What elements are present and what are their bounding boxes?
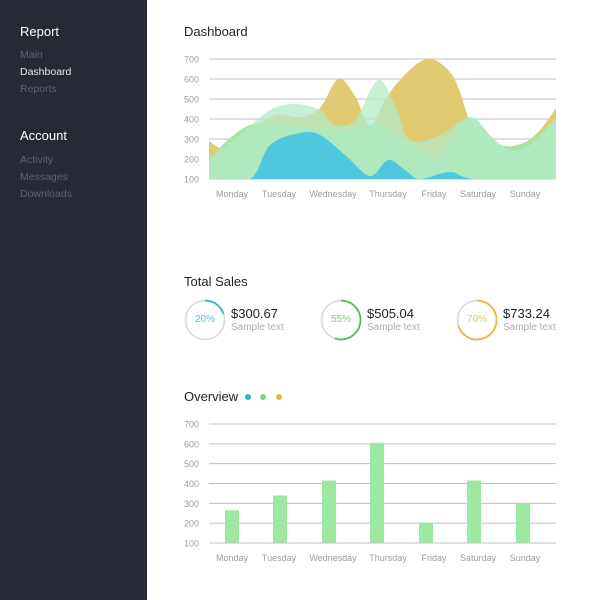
x-tick-label: Sunday — [510, 189, 541, 199]
sidebar-section-account: Account — [20, 128, 67, 143]
progress-ring: 70% — [456, 299, 498, 341]
x-tick-label: Wednesday — [309, 189, 357, 199]
x-tick-label: Sunday — [510, 553, 541, 563]
x-tick-label: Tuesday — [262, 189, 297, 199]
y-tick-label: 600 — [184, 439, 199, 449]
sidebar-item-reports[interactable]: Reports — [20, 83, 57, 95]
main-content: Dashboard 100 200 300 400 500 600 700 Monday Tue… — [147, 0, 599, 600]
bar-sunday — [516, 503, 530, 543]
progress-percent: 55% — [330, 314, 351, 325]
bar-thursday — [370, 442, 384, 543]
overview-title: Overview — [184, 389, 239, 404]
x-tick-label: Friday — [421, 553, 447, 563]
sidebar-item-main[interactable]: Main — [20, 49, 43, 61]
sidebar-item-activity[interactable]: Activity — [20, 154, 53, 166]
sale-amount: $300.67 — [231, 305, 278, 321]
y-tick-label: 700 — [184, 420, 199, 430]
x-tick-label: Saturday — [460, 553, 497, 563]
progress-ring: 55% — [320, 299, 362, 341]
sidebar-item-messages[interactable]: Messages — [20, 171, 68, 183]
y-tick-label: 400 — [184, 479, 199, 489]
overview-bar-chart: 100 200 300 400 500 600 700 Monday Tuesday Wednes… — [184, 420, 556, 563]
y-tick-label: 700 — [184, 55, 199, 65]
sale-amount: $733.24 — [503, 305, 550, 321]
y-tick-label: 600 — [184, 75, 199, 85]
y-tick-label: 100 — [184, 175, 199, 185]
x-tick-label: Thursday — [369, 189, 407, 199]
progress-percent: 20% — [194, 314, 215, 325]
sale-amount: $505.04 — [367, 305, 414, 321]
y-tick-label: 300 — [184, 135, 199, 145]
x-tick-label: Saturday — [460, 189, 497, 199]
bar-monday — [225, 510, 239, 543]
x-tick-label: Friday — [421, 189, 447, 199]
sidebar-section-report: Report — [20, 24, 60, 39]
x-tick-label: Wednesday — [309, 553, 357, 563]
x-tick-label: Monday — [216, 189, 249, 199]
sale-subtext: Sample text — [231, 321, 284, 333]
bar-wednesday — [322, 480, 336, 543]
x-tick-label: Thursday — [369, 553, 407, 563]
x-tick-label: Monday — [216, 553, 249, 563]
y-tick-label: 500 — [184, 459, 199, 469]
sale-card: 70% $733.24 Sample text — [456, 299, 556, 341]
sale-subtext: Sample text — [367, 321, 420, 333]
y-tick-label: 200 — [184, 155, 199, 165]
sidebar: Report Main Dashboard Reports Account Ac… — [0, 0, 147, 600]
y-tick-label: 500 — [184, 95, 199, 105]
progress-ring: 20% — [184, 299, 226, 341]
sidebar-item-dashboard[interactable]: Dashboard — [20, 66, 71, 78]
sale-card: 20% $300.67 Sample text — [184, 299, 284, 341]
y-tick-label: 100 — [184, 539, 199, 549]
bar-friday — [419, 523, 433, 543]
y-tick-label: 400 — [184, 115, 199, 125]
legend-dot-blue — [245, 394, 251, 400]
progress-percent: 70% — [466, 314, 487, 325]
sidebar-item-downloads[interactable]: Downloads — [20, 188, 72, 200]
total-sales-title: Total Sales — [184, 274, 248, 289]
bar-saturday — [467, 480, 481, 543]
dashboard-area-chart: 100 200 300 400 500 600 700 Monday Tuesday Wednes… — [184, 55, 556, 199]
sale-subtext: Sample text — [503, 321, 556, 333]
legend-dot-green — [260, 394, 266, 400]
y-tick-label: 200 — [184, 519, 199, 529]
y-tick-label: 300 — [184, 499, 199, 509]
bar-tuesday — [273, 495, 287, 543]
legend-dot-yellow — [276, 394, 282, 400]
sale-card: 55% $505.04 Sample text — [320, 299, 420, 341]
x-tick-label: Tuesday — [262, 553, 297, 563]
